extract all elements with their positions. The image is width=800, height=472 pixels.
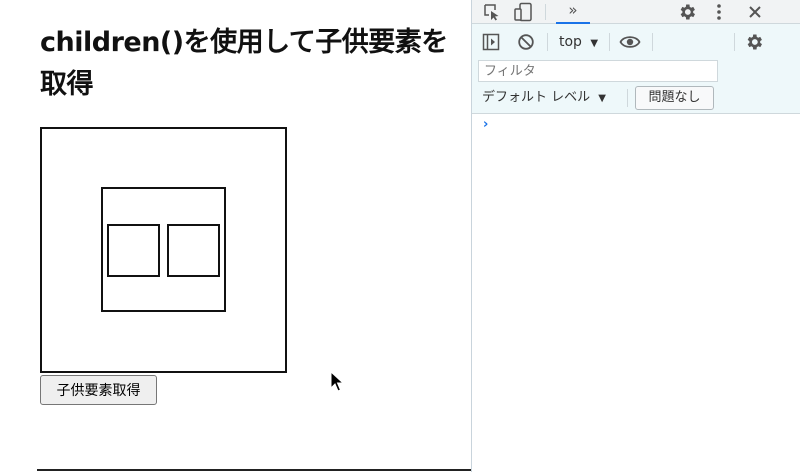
device-toolbar-icon[interactable]	[513, 2, 533, 22]
console-settings-gear-icon[interactable]	[744, 32, 764, 52]
eye-icon[interactable]	[619, 33, 641, 51]
log-level-selector[interactable]: デフォルト レベル ▼	[482, 87, 606, 109]
context-value: top	[559, 34, 582, 50]
toolbar-separator	[652, 33, 653, 51]
dropdown-arrow-icon: ▼	[598, 93, 606, 104]
console-prompt[interactable]: ›	[483, 117, 488, 132]
web-page: children()を使用して子供要素を取得 子供要素取得	[0, 0, 471, 472]
console-filter-input[interactable]	[478, 60, 718, 82]
close-icon[interactable]	[747, 4, 763, 20]
child-box-1	[107, 224, 160, 277]
sidebar-toggle-icon[interactable]	[482, 33, 500, 51]
toolbar-separator	[547, 33, 548, 51]
kebab-menu-icon[interactable]	[715, 2, 723, 22]
devtools-toolbar: »	[472, 0, 800, 24]
dropdown-arrow-icon: ▼	[590, 38, 599, 49]
issues-button[interactable]: 問題なし	[635, 86, 714, 110]
page-title: children()を使用して子供要素を取得	[40, 27, 448, 100]
mouse-cursor-icon	[330, 371, 344, 392]
toolbar-separator	[734, 33, 735, 51]
clear-console-icon[interactable]	[517, 33, 535, 51]
page-divider	[37, 469, 471, 471]
toolbar-separator	[609, 33, 610, 51]
toolbar-separator	[545, 4, 546, 20]
toolbar-separator	[627, 89, 628, 107]
devtools-panel: » top ▼ フィルタ デフォルト レベル ▼ 問題なし ›	[471, 0, 800, 472]
get-children-button[interactable]: 子供要素取得	[40, 375, 157, 405]
context-selector[interactable]: top ▼	[559, 31, 598, 53]
console-toolbar: top ▼ デフォルト レベル ▼ 問題なし	[472, 24, 800, 114]
more-tabs-button[interactable]: »	[556, 0, 590, 24]
inspect-element-icon[interactable]	[483, 3, 501, 21]
log-level-value: デフォルト レベル	[482, 90, 591, 105]
child-box-2	[167, 224, 220, 277]
gear-icon[interactable]	[677, 2, 697, 22]
